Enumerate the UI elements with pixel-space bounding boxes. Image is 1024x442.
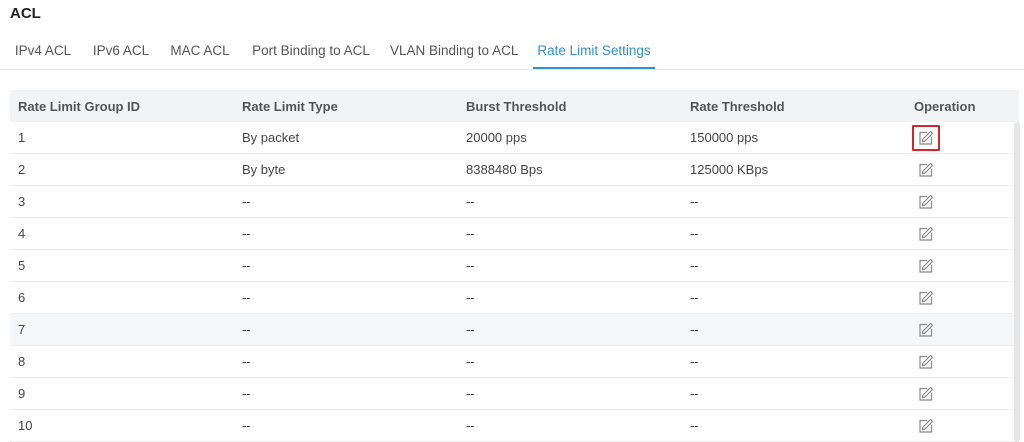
edit-button[interactable] — [912, 189, 940, 215]
column-header-group-id: Rate Limit Group ID — [10, 90, 234, 122]
cell-rate-threshold: -- — [682, 409, 906, 442]
cell-operation — [906, 249, 1019, 282]
cell-burst-threshold: -- — [458, 313, 682, 346]
column-header-type: Rate Limit Type — [234, 90, 458, 122]
cell-operation — [906, 122, 1019, 154]
cell-burst-threshold: 20000 pps — [458, 122, 682, 154]
cell-type: -- — [234, 185, 458, 218]
cell-operation — [906, 377, 1019, 410]
cell-burst-threshold: -- — [458, 409, 682, 442]
edit-icon — [918, 290, 934, 309]
cell-group-id: 10 — [10, 409, 234, 442]
cell-type: By byte — [234, 153, 458, 186]
cell-type: -- — [234, 313, 458, 346]
cell-rate-threshold: -- — [682, 185, 906, 218]
cell-operation — [906, 153, 1019, 186]
scrollbar[interactable] — [1014, 122, 1020, 442]
cell-rate-threshold: -- — [682, 217, 906, 250]
cell-group-id: 7 — [10, 313, 234, 346]
cell-burst-threshold: -- — [458, 249, 682, 282]
cell-group-id: 3 — [10, 185, 234, 218]
table-row: 1 By packet 20000 pps 150000 pps — [10, 122, 1019, 154]
table-row: 6 -- -- -- — [10, 281, 1019, 314]
edit-button[interactable] — [912, 124, 940, 151]
table-row: 8 -- -- -- — [10, 345, 1019, 378]
cell-operation — [906, 217, 1019, 250]
cell-type: -- — [234, 409, 458, 442]
tab-ipv4-acl[interactable]: IPv4 ACL — [14, 34, 72, 68]
edit-button[interactable] — [912, 349, 940, 375]
cell-operation — [906, 345, 1019, 378]
cell-operation — [906, 185, 1019, 218]
cell-rate-threshold: -- — [682, 249, 906, 282]
edit-button[interactable] — [912, 157, 940, 183]
table-row: 3 -- -- -- — [10, 185, 1019, 218]
cell-rate-threshold: -- — [682, 313, 906, 346]
rate-limit-table: Rate Limit Group ID Rate Limit Type Burs… — [10, 90, 1019, 442]
tab-vlan-binding-to-acl[interactable]: VLAN Binding to ACL — [390, 34, 518, 68]
cell-type: -- — [234, 249, 458, 282]
page-title: ACL — [10, 5, 41, 22]
edit-icon — [918, 194, 934, 213]
edit-button[interactable] — [912, 285, 940, 311]
tab-rate-limit-settings[interactable]: Rate Limit Settings — [533, 34, 655, 69]
cell-group-id: 6 — [10, 281, 234, 314]
table-row: 7 -- -- -- — [10, 313, 1019, 346]
edit-icon — [918, 322, 934, 341]
cell-group-id: 1 — [10, 122, 234, 154]
table-row: 2 By byte 8388480 Bps 125000 KBps — [10, 153, 1019, 186]
cell-rate-threshold: 150000 pps — [682, 122, 906, 154]
cell-group-id: 9 — [10, 377, 234, 410]
column-header-rate: Rate Threshold — [682, 90, 906, 122]
edit-icon — [918, 258, 934, 277]
table-row: 9 -- -- -- — [10, 377, 1019, 410]
edit-button[interactable] — [912, 381, 940, 407]
column-header-burst: Burst Threshold — [458, 90, 682, 122]
table-row: 4 -- -- -- — [10, 217, 1019, 250]
tab-port-binding-to-acl[interactable]: Port Binding to ACL — [250, 34, 372, 68]
cell-type: -- — [234, 345, 458, 378]
edit-button[interactable] — [912, 413, 940, 439]
edit-icon — [918, 418, 934, 437]
cell-rate-threshold: -- — [682, 281, 906, 314]
cell-rate-threshold: -- — [682, 377, 906, 410]
edit-icon — [918, 162, 934, 181]
cell-type: By packet — [234, 122, 458, 154]
cell-group-id: 8 — [10, 345, 234, 378]
edit-icon — [918, 354, 934, 373]
table-row: 5 -- -- -- — [10, 249, 1019, 282]
cell-rate-threshold: 125000 KBps — [682, 153, 906, 186]
edit-button[interactable] — [912, 221, 940, 247]
cell-rate-threshold: -- — [682, 345, 906, 378]
tab-bar: IPv4 ACL IPv6 ACL MAC ACL Port Binding t… — [0, 34, 1024, 70]
edit-button[interactable] — [912, 253, 940, 279]
cell-group-id: 4 — [10, 217, 234, 250]
tab-ipv6-acl[interactable]: IPv6 ACL — [92, 34, 150, 68]
tab-mac-acl[interactable]: MAC ACL — [169, 34, 231, 68]
cell-burst-threshold: -- — [458, 281, 682, 314]
edit-icon — [918, 130, 934, 149]
edit-icon — [918, 386, 934, 405]
cell-group-id: 5 — [10, 249, 234, 282]
cell-burst-threshold: -- — [458, 185, 682, 218]
table-row: 10 -- -- -- — [10, 409, 1019, 442]
cell-burst-threshold: 8388480 Bps — [458, 153, 682, 186]
cell-operation — [906, 313, 1019, 346]
column-header-operation: Operation — [906, 90, 1019, 122]
edit-button[interactable] — [912, 317, 940, 343]
table-header-row: Rate Limit Group ID Rate Limit Type Burs… — [10, 90, 1019, 122]
cell-type: -- — [234, 377, 458, 410]
edit-icon — [918, 226, 934, 245]
cell-type: -- — [234, 281, 458, 314]
cell-burst-threshold: -- — [458, 377, 682, 410]
cell-type: -- — [234, 217, 458, 250]
cell-operation — [906, 409, 1019, 442]
cell-operation — [906, 281, 1019, 314]
cell-group-id: 2 — [10, 153, 234, 186]
cell-burst-threshold: -- — [458, 217, 682, 250]
cell-burst-threshold: -- — [458, 345, 682, 378]
